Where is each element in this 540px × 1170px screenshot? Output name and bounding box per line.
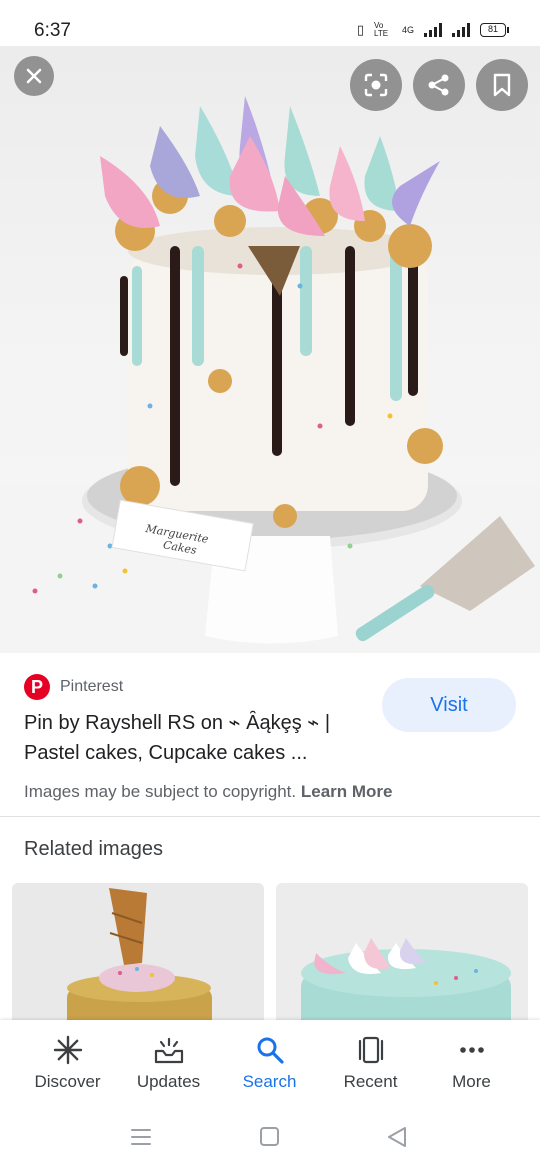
cake-image: Marguerite Cakes (0, 96, 540, 653)
asterisk-icon (52, 1034, 84, 1066)
hero-image[interactable]: Marguerite Cakes (0, 46, 540, 653)
share-icon (428, 74, 449, 96)
bottom-navigation: Discover Updates Search Recent More (0, 1020, 540, 1104)
copyright-notice: Images may be subject to copyright. Lear… (24, 782, 393, 802)
menu-icon[interactable] (131, 1129, 151, 1145)
learn-more-link[interactable]: Learn More (301, 782, 393, 801)
nav-more[interactable]: More (421, 1020, 522, 1104)
nav-updates[interactable]: Updates (118, 1020, 219, 1104)
status-time: 6:37 (34, 20, 71, 41)
source-row[interactable]: P Pinterest (24, 674, 123, 700)
close-button[interactable] (14, 56, 54, 96)
related-images-heading: Related images (24, 838, 163, 860)
system-navigation-bar (0, 1104, 540, 1170)
related-image-2[interactable] (276, 883, 528, 1033)
bookmark-button[interactable] (476, 59, 528, 111)
home-icon[interactable] (260, 1127, 279, 1146)
nav-search[interactable]: Search (219, 1020, 320, 1104)
pinterest-logo-icon: P (24, 674, 50, 700)
bookmark-icon (493, 73, 511, 97)
signal-icon-2 (452, 23, 470, 37)
signal-icon (424, 23, 442, 37)
visit-button[interactable]: Visit (382, 678, 516, 732)
nav-recent-label: Recent (343, 1072, 398, 1091)
search-icon (254, 1034, 286, 1066)
related-image-2-graphic (276, 883, 528, 1033)
updates-icon (153, 1034, 185, 1066)
nav-recent[interactable]: Recent (320, 1020, 421, 1104)
related-image-1-graphic (12, 883, 264, 1033)
copyright-text: Images may be subject to copyright. (24, 782, 297, 801)
share-button[interactable] (413, 59, 465, 111)
nav-discover[interactable]: Discover (17, 1020, 118, 1104)
recent-icon (355, 1034, 387, 1066)
nav-updates-label: Updates (136, 1072, 201, 1091)
nav-discover-label: Discover (34, 1072, 101, 1091)
close-icon (26, 68, 42, 84)
vibrate-icon: ▯ (356, 22, 364, 37)
lens-button[interactable] (350, 59, 402, 111)
nav-search-label: Search (242, 1072, 297, 1091)
back-icon[interactable] (388, 1127, 406, 1147)
related-image-1[interactable] (12, 883, 264, 1033)
lens-icon (364, 73, 388, 97)
source-name: Pinterest (60, 678, 124, 695)
battery-icon: 81 (480, 23, 509, 37)
more-icon (456, 1034, 488, 1066)
network-label: 4G (401, 25, 414, 35)
result-title[interactable]: Pin by Rayshell RS on ⌁ Ȃąkȩş ⌁ | Pastel… (24, 708, 364, 768)
divider (0, 816, 540, 817)
volte-label: Vo LTE (373, 21, 389, 38)
nav-more-label: More (452, 1072, 491, 1091)
status-icons: ▯ Vo LTE 4G 81 (356, 21, 509, 38)
